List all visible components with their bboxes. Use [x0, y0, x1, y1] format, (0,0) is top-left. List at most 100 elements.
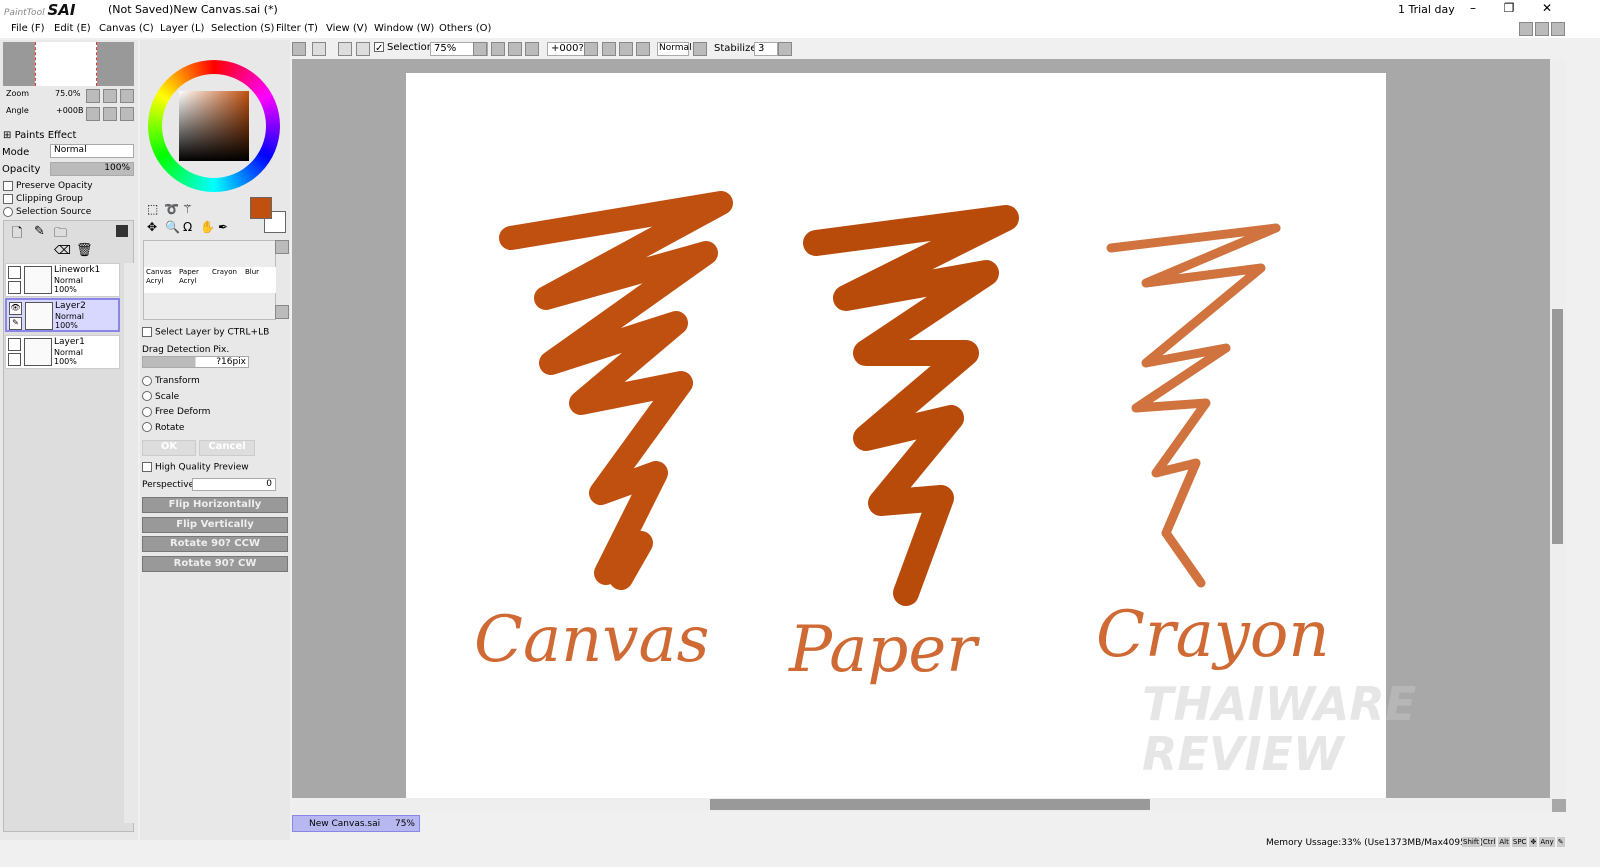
zoom-value[interactable]: 75.0%: [55, 89, 80, 98]
lock-toggle[interactable]: [8, 281, 21, 294]
nav-zoom-out-button[interactable]: [86, 89, 100, 103]
nav-rotate-reset-button[interactable]: [120, 107, 134, 121]
clear-layer-icon[interactable]: ⌫: [54, 243, 71, 257]
menu-canvas[interactable]: Canvas (C): [99, 23, 154, 34]
pen-icon[interactable]: ✎: [9, 317, 22, 330]
selection-toggle[interactable]: ✓ Selection: [374, 42, 433, 54]
lasso-icon[interactable]: ➰: [164, 202, 179, 216]
layer-scrollbar[interactable]: [124, 263, 134, 823]
brush-paper-acryl[interactable]: Paper Acryl: [179, 268, 199, 286]
new-linework-layer-icon[interactable]: ✎: [34, 224, 45, 239]
blend-mode-select[interactable]: Normal: [657, 42, 692, 56]
mdi-minimize-button[interactable]: [1519, 22, 1533, 36]
zoom-dropdown-button[interactable]: [473, 42, 487, 56]
primary-color-swatch[interactable]: [250, 197, 272, 219]
brush-canvas-acryl[interactable]: Canvas Acryl: [146, 268, 172, 286]
rotate-icon[interactable]: Ω: [183, 220, 192, 234]
restore-icon[interactable]: ❐: [1494, 1, 1524, 15]
menu-window[interactable]: Window (W): [374, 23, 434, 34]
magic-wand-icon[interactable]: ⚚: [182, 202, 193, 216]
stabilizer-dropdown-button[interactable]: [778, 42, 792, 56]
eye-icon[interactable]: 👁: [9, 302, 22, 315]
scale-radio[interactable]: Scale: [142, 390, 210, 406]
stabilizer-select[interactable]: 3: [754, 42, 778, 56]
menu-others[interactable]: Others (O): [439, 23, 491, 34]
cancel-button[interactable]: Cancel: [199, 440, 255, 456]
document-tab[interactable]: New Canvas.sai 75%: [292, 815, 420, 832]
visibility-toggle[interactable]: [8, 338, 21, 351]
free-deform-radio[interactable]: Free Deform: [142, 405, 210, 421]
rotate-cw-button[interactable]: Rotate 90? CW: [142, 556, 288, 572]
preserve-opacity-checkbox[interactable]: Preserve Opacity: [3, 180, 93, 193]
undo-button[interactable]: [292, 42, 306, 56]
color-sv-square[interactable]: [179, 91, 249, 161]
hq-preview-checkbox[interactable]: High Quality Preview: [142, 462, 249, 473]
nav-rotate-right-button[interactable]: [103, 107, 117, 121]
clipping-group-checkbox[interactable]: Clipping Group: [3, 193, 93, 206]
color-wheel[interactable]: [148, 60, 280, 192]
layer-row-layer1[interactable]: Layer1 Normal 100%: [5, 335, 120, 369]
rotate-ccw-button[interactable]: Rotate 90? CCW: [142, 536, 288, 552]
delete-layer-icon[interactable]: 🗑: [76, 243, 93, 258]
zoom-out-button[interactable]: [491, 42, 505, 56]
mdi-restore-button[interactable]: [1535, 22, 1549, 36]
rotate-right-button[interactable]: [619, 42, 633, 56]
brush-scroll-down[interactable]: [275, 305, 289, 319]
canvas-viewport[interactable]: Canvas Paper Crayon THAIWARE REVIEW: [292, 59, 1566, 812]
angle-dropdown-button[interactable]: [584, 42, 598, 56]
navigator-preview[interactable]: [3, 42, 134, 86]
mdi-close-button[interactable]: [1551, 22, 1565, 36]
zoom-icon[interactable]: 🔍: [165, 220, 180, 234]
hand-icon[interactable]: ✋: [200, 220, 215, 234]
deselect-button[interactable]: [338, 42, 352, 56]
transform-radio[interactable]: Transform: [142, 374, 210, 390]
perspective-input[interactable]: 0: [192, 478, 276, 491]
layer-mask-icon[interactable]: [116, 225, 128, 237]
layer-row-linework1[interactable]: Linework1 Normal 100%: [5, 263, 120, 297]
select-layer-ctrl-checkbox[interactable]: Select Layer by CTRL+LB: [142, 327, 269, 338]
visibility-toggle[interactable]: [8, 266, 21, 279]
lock-toggle[interactable]: [8, 353, 21, 366]
horizontal-scrollbar[interactable]: [292, 798, 1552, 812]
menu-file[interactable]: File (F): [11, 23, 44, 34]
menu-layer[interactable]: Layer (L): [160, 23, 204, 34]
nav-zoom-in-button[interactable]: [103, 89, 117, 103]
angle-value[interactable]: +000B: [56, 106, 83, 115]
menu-filter[interactable]: Filter (T): [276, 23, 318, 34]
vertical-scrollbar[interactable]: [1550, 59, 1566, 799]
layer-row-layer2[interactable]: 👁 ✎ Layer2 Normal 100%: [5, 298, 120, 332]
selection-source-radio[interactable]: Selection Source: [3, 206, 93, 219]
opacity-slider[interactable]: 100%: [50, 162, 134, 176]
move-icon[interactable]: ✥: [147, 220, 157, 234]
invert-selection-button[interactable]: [356, 42, 370, 56]
drag-detection-slider[interactable]: ?16pix: [142, 356, 249, 368]
menu-view[interactable]: View (V): [326, 23, 368, 34]
flip-horizontally-button[interactable]: Flip Horizontally: [142, 497, 288, 513]
rect-select-icon[interactable]: ⬚: [147, 202, 158, 216]
nav-zoom-reset-button[interactable]: [120, 89, 134, 103]
zoom-reset-button[interactable]: [525, 42, 539, 56]
rotate-reset-button[interactable]: [636, 42, 650, 56]
blend-mode-dropdown[interactable]: Normal: [50, 144, 134, 158]
paints-effect-toggle[interactable]: ⊞ Paints Effect: [3, 130, 76, 141]
brush-crayon[interactable]: Crayon: [212, 268, 237, 277]
selection-checkbox[interactable]: ✓: [374, 42, 384, 54]
vertical-scroll-thumb[interactable]: [1552, 309, 1563, 544]
flip-vertically-button[interactable]: Flip Vertically: [142, 517, 288, 533]
eyedropper-icon[interactable]: ✒: [218, 220, 228, 234]
new-layer-icon[interactable]: 🗋: [12, 224, 22, 246]
flip-view-button[interactable]: [693, 42, 707, 56]
horizontal-scroll-thumb[interactable]: [710, 799, 1150, 810]
menu-edit[interactable]: Edit (E): [54, 23, 91, 34]
rotate-radio[interactable]: Rotate: [142, 421, 210, 437]
close-icon[interactable]: ✕: [1532, 1, 1562, 15]
minimize-icon[interactable]: –: [1458, 1, 1488, 15]
nav-rotate-left-button[interactable]: [86, 107, 100, 121]
rotate-left-button[interactable]: [602, 42, 616, 56]
zoom-in-button[interactable]: [508, 42, 522, 56]
ok-button[interactable]: OK: [142, 440, 196, 456]
menu-selection[interactable]: Selection (S): [211, 23, 274, 34]
redo-button[interactable]: [312, 42, 326, 56]
brush-scroll-up[interactable]: [275, 240, 289, 254]
brush-blur[interactable]: Blur: [245, 268, 259, 277]
